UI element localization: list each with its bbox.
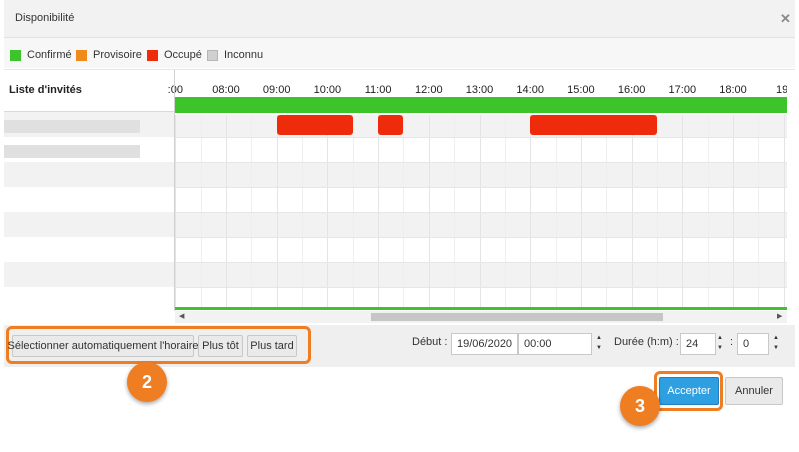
- legend-label: Inconnu: [224, 49, 264, 61]
- start-label: Début :: [412, 336, 448, 348]
- legend-label: Confirmé: [27, 49, 72, 61]
- guest-row: [4, 187, 787, 212]
- half-hour-gridline: [403, 112, 404, 307]
- time-label: 15:00: [567, 84, 595, 96]
- dialog-titlebar: Disponibilité ✕: [4, 0, 795, 38]
- start-time-field[interactable]: [518, 333, 592, 355]
- legend-item-unknown: Inconnu: [207, 49, 263, 61]
- time-label: 13:00: [465, 84, 494, 96]
- hour-gridline: [429, 98, 430, 307]
- busy-block: [277, 115, 353, 135]
- row-gridline: [175, 162, 787, 163]
- duration-hours-field[interactable]: [680, 333, 716, 355]
- busy-block: [530, 115, 657, 135]
- horizontal-scrollbar[interactable]: ◀ ▶: [175, 311, 787, 323]
- time-label: 11:00: [364, 84, 392, 96]
- duration-hours-spinner[interactable]: ▲ ▼: [714, 333, 726, 355]
- start-date-field[interactable]: [451, 333, 518, 355]
- time-label: 17:00: [668, 84, 697, 96]
- half-hour-gridline: [251, 112, 252, 307]
- cancel-button[interactable]: Annuler: [725, 377, 783, 405]
- time-label: 16:00: [617, 84, 646, 96]
- time-label: 08:00: [212, 84, 240, 96]
- duration-label: Durée (h:m) :: [614, 336, 679, 348]
- half-hour-gridline: [302, 112, 303, 307]
- guest-row: [4, 212, 787, 237]
- scroll-left-icon[interactable]: ◀: [179, 311, 184, 323]
- guest-name-placeholder: [4, 120, 140, 133]
- row-gridline: [175, 287, 787, 288]
- guest-list-title: Liste d'invités: [9, 84, 82, 96]
- row-gridline: [175, 237, 787, 238]
- legend-label: Provisoire: [93, 49, 142, 61]
- row-gridline: [175, 137, 787, 138]
- legend-label: Occupé: [164, 49, 202, 61]
- guest-row: [4, 162, 787, 187]
- duration-separator: :: [730, 336, 734, 348]
- legend-swatch: [147, 49, 158, 61]
- legend-swatch: [207, 49, 218, 61]
- row-gridline: [175, 212, 787, 213]
- guest-row: [4, 137, 787, 162]
- dialog-title: Disponibilité: [15, 12, 75, 24]
- legend-bar: Confirmé Provisoire Occupé Inconnu: [4, 38, 795, 68]
- half-hour-gridline: [353, 112, 354, 307]
- hour-gridline: [226, 98, 227, 307]
- earlier-button[interactable]: Plus tôt: [198, 335, 243, 357]
- legend-item-provisional: Provisoire: [76, 49, 142, 61]
- accept-button[interactable]: Accepter: [659, 377, 719, 405]
- legend-item-busy: Occupé: [147, 49, 202, 61]
- footer-toolbar: Sélectionner automatiquement l'horaire P…: [4, 325, 795, 367]
- time-label: :00: [167, 84, 183, 96]
- auto-select-time-button[interactable]: Sélectionner automatiquement l'horaire: [7, 335, 199, 357]
- hour-gridline: [175, 98, 176, 307]
- later-button[interactable]: Plus tard: [247, 335, 297, 357]
- scrollbar-thumb[interactable]: [371, 313, 663, 321]
- half-hour-gridline: [201, 112, 202, 307]
- half-hour-gridline: [758, 112, 759, 307]
- time-label: 09:00: [262, 84, 291, 96]
- step-badge-3: 3: [620, 386, 660, 426]
- half-hour-gridline: [556, 112, 557, 307]
- half-hour-gridline: [708, 112, 709, 307]
- hour-gridline: [784, 98, 785, 307]
- confirmed-bottom-bar: [175, 307, 787, 310]
- close-icon[interactable]: ✕: [780, 11, 791, 27]
- guest-name-placeholder: [4, 145, 140, 158]
- row-gridline: [175, 187, 787, 188]
- time-label: 10:00: [313, 84, 342, 96]
- row-gridline: [175, 262, 787, 263]
- time-label: 18:00: [719, 84, 747, 96]
- half-hour-gridline: [657, 112, 658, 307]
- time-label: 14:00: [516, 84, 544, 96]
- time-label: 12:00: [415, 84, 443, 96]
- legend-item-confirmed: Confirmé: [10, 49, 72, 61]
- vertical-scroll-gutter: [787, 70, 795, 326]
- half-hour-gridline: [454, 112, 455, 307]
- guest-row: [4, 262, 787, 287]
- busy-block: [378, 115, 403, 135]
- start-time-spinner[interactable]: ▲ ▼: [593, 333, 605, 355]
- duration-minutes-field[interactable]: [737, 333, 769, 355]
- hour-gridline: [733, 98, 734, 307]
- half-hour-gridline: [505, 112, 506, 307]
- half-hour-gridline: [606, 112, 607, 307]
- hour-gridline: [480, 98, 481, 307]
- availability-grid: Liste d'invités :00 08:00 09:00 10:00 11:00 1…: [4, 69, 795, 326]
- step-badge-2: 2: [127, 362, 167, 402]
- legend-swatch: [10, 49, 21, 61]
- confirmed-bar-gap: [175, 113, 787, 115]
- duration-minutes-spinner[interactable]: ▲ ▼: [770, 333, 782, 355]
- hour-gridline: [682, 98, 683, 307]
- scroll-right-icon[interactable]: ▶: [777, 311, 782, 323]
- legend-swatch: [76, 49, 87, 61]
- confirmed-availability-bar: [175, 97, 787, 113]
- guest-row: [4, 237, 787, 262]
